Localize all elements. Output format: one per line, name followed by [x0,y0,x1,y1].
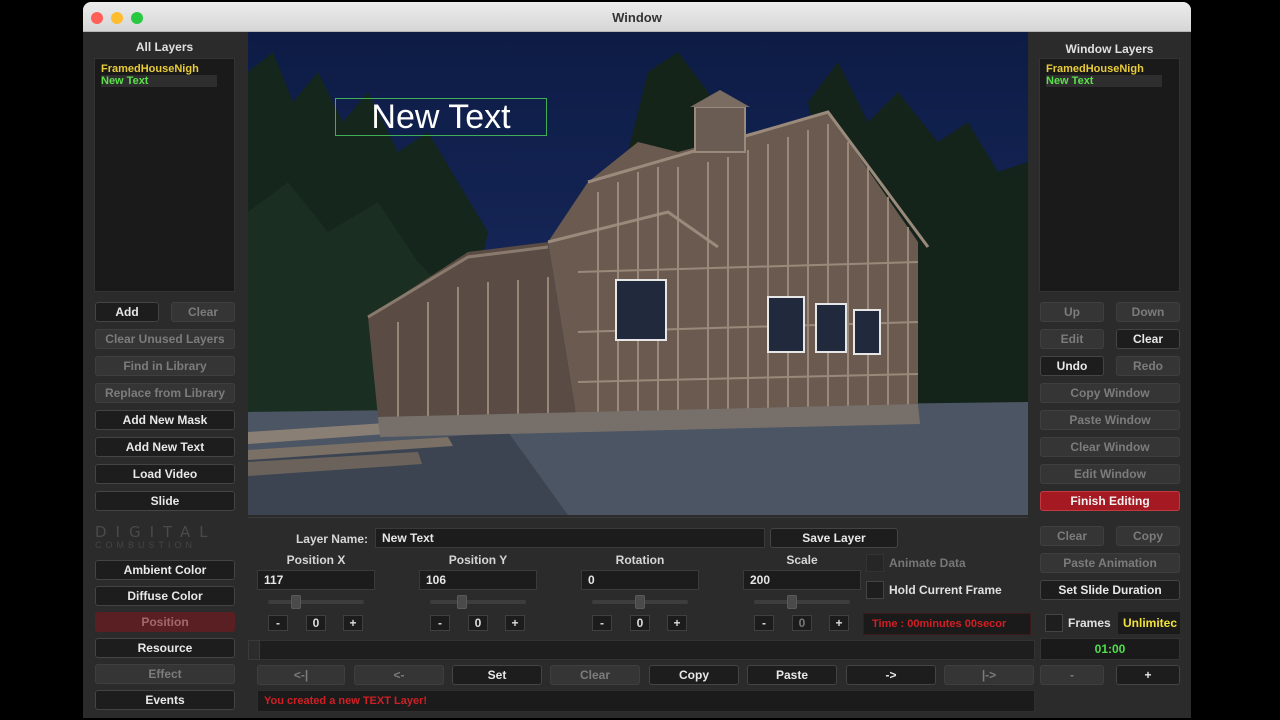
scale-slider[interactable] [754,600,850,604]
add-new-text-button[interactable]: Add New Text [95,437,235,457]
rotation-label: Rotation [615,553,665,567]
window-layer-item-framedhouse[interactable]: FramedHouseNigh [1046,63,1162,75]
clear-window-layers-button[interactable]: Clear [1116,329,1180,349]
add-layer-button[interactable]: Add [95,302,159,322]
layer-name-label: Layer Name: [295,532,368,546]
go-last-button[interactable]: |-> [944,665,1034,685]
load-video-button[interactable]: Load Video [95,464,235,484]
timecode-display: 01:00 [1040,638,1180,660]
layer-name-input[interactable]: New Text [375,528,765,548]
events-button[interactable]: Events [95,690,235,710]
undo-button[interactable]: Undo [1040,356,1104,376]
layer-item-framedhouse[interactable]: FramedHouseNigh [101,63,217,75]
status-message: You created a new TEXT Layer! [257,690,1035,712]
position-x-slider[interactable] [268,600,364,604]
all-layers-list[interactable]: FramedHouseNigh New Text [94,58,235,292]
position-x-step[interactable]: 0 [306,615,326,631]
find-in-library-button[interactable]: Find in Library [95,356,235,376]
ambient-color-button[interactable]: Ambient Color [95,560,235,580]
clear-layers-button[interactable]: Clear [171,302,235,322]
title-bar: Window [83,2,1191,32]
divider [248,517,1028,518]
position-y-step[interactable]: 0 [468,615,488,631]
anim-clear-button[interactable]: Clear [1040,526,1104,546]
add-new-mask-button[interactable]: Add New Mask [95,410,235,430]
redo-button[interactable]: Redo [1116,356,1180,376]
finish-editing-button[interactable]: Finish Editing [1040,491,1180,511]
app-window: Window All Layers FramedHouseNigh New Te… [83,2,1191,718]
window-title: Window [612,10,662,25]
set-keyframe-button[interactable]: Set [452,665,542,685]
go-next-button[interactable]: -> [846,665,936,685]
timeline-playhead[interactable] [248,640,260,660]
animate-data-label: Animate Data [889,556,966,570]
animate-data-checkbox[interactable] [866,554,884,572]
position-y-label: Position Y [448,553,508,567]
hold-current-frame-label: Hold Current Frame [889,583,1002,597]
timeline-track[interactable] [248,640,1035,660]
down-button[interactable]: Down [1116,302,1180,322]
window-layers-list[interactable]: FramedHouseNigh New Text [1039,58,1180,292]
scale-decrement[interactable]: - [754,615,774,631]
position-x-increment[interactable]: + [343,615,363,631]
replace-from-library-button[interactable]: Replace from Library [95,383,235,403]
up-button[interactable]: Up [1040,302,1104,322]
frames-checkbox[interactable] [1045,614,1063,632]
rotation-slider-thumb[interactable] [635,595,645,609]
logo-digital: DIGITAL [95,523,217,541]
go-first-button[interactable]: <-| [257,665,345,685]
window-layers-title: Window Layers [1065,42,1154,56]
position-y-increment[interactable]: + [505,615,525,631]
anim-copy-button[interactable]: Copy [1116,526,1180,546]
rotation-decrement[interactable]: - [592,615,612,631]
all-layers-title: All Layers [135,40,194,54]
slide-button[interactable]: Slide [95,491,235,511]
effect-button[interactable]: Effect [95,664,235,684]
edit-button[interactable]: Edit [1040,329,1104,349]
resource-button[interactable]: Resource [95,638,235,658]
position-y-input[interactable]: 106 [419,570,537,590]
copy-keyframe-button[interactable]: Copy [649,665,739,685]
paste-window-button[interactable]: Paste Window [1040,410,1180,430]
set-slide-duration-button[interactable]: Set Slide Duration [1040,580,1180,600]
scale-slider-thumb[interactable] [787,595,797,609]
position-x-input[interactable]: 117 [257,570,375,590]
rotation-input[interactable]: 0 [581,570,699,590]
scale-step[interactable]: 0 [792,615,812,631]
frames-value[interactable]: Unlimitec [1118,612,1180,634]
go-prev-button[interactable]: <- [354,665,444,685]
save-layer-button[interactable]: Save Layer [770,528,898,548]
preview-canvas[interactable]: New Text [248,32,1028,515]
edit-window-button[interactable]: Edit Window [1040,464,1180,484]
rotation-step[interactable]: 0 [630,615,650,631]
timecode-increment[interactable]: + [1116,665,1180,685]
position-y-slider[interactable] [430,600,526,604]
timecode-decrement[interactable]: - [1040,665,1104,685]
scale-increment[interactable]: + [829,615,849,631]
time-readout: Time : 00minutes 00secor [863,613,1031,635]
position-y-decrement[interactable]: - [430,615,450,631]
diffuse-color-button[interactable]: Diffuse Color [95,586,235,606]
clear-keyframe-button[interactable]: Clear [550,665,640,685]
rotation-increment[interactable]: + [667,615,687,631]
scale-label: Scale [786,553,818,567]
window-layer-item-new-text[interactable]: New Text [1046,75,1162,87]
clear-window-button[interactable]: Clear Window [1040,437,1180,457]
text-layer-overlay[interactable]: New Text [335,98,547,136]
paste-keyframe-button[interactable]: Paste [747,665,837,685]
copy-window-button[interactable]: Copy Window [1040,383,1180,403]
position-x-label: Position X [286,553,346,567]
clear-unused-layers-button[interactable]: Clear Unused Layers [95,329,235,349]
position-x-slider-thumb[interactable] [291,595,301,609]
position-x-decrement[interactable]: - [268,615,288,631]
position-mode-button[interactable]: Position [95,612,235,632]
frames-label: Frames [1068,616,1111,630]
logo-combustion: COMBUSTION [95,540,197,550]
layer-item-new-text[interactable]: New Text [101,75,217,87]
position-y-slider-thumb[interactable] [457,595,467,609]
hold-current-frame-checkbox[interactable] [866,581,884,599]
paste-animation-button[interactable]: Paste Animation [1040,553,1180,573]
scale-input[interactable]: 200 [743,570,861,590]
